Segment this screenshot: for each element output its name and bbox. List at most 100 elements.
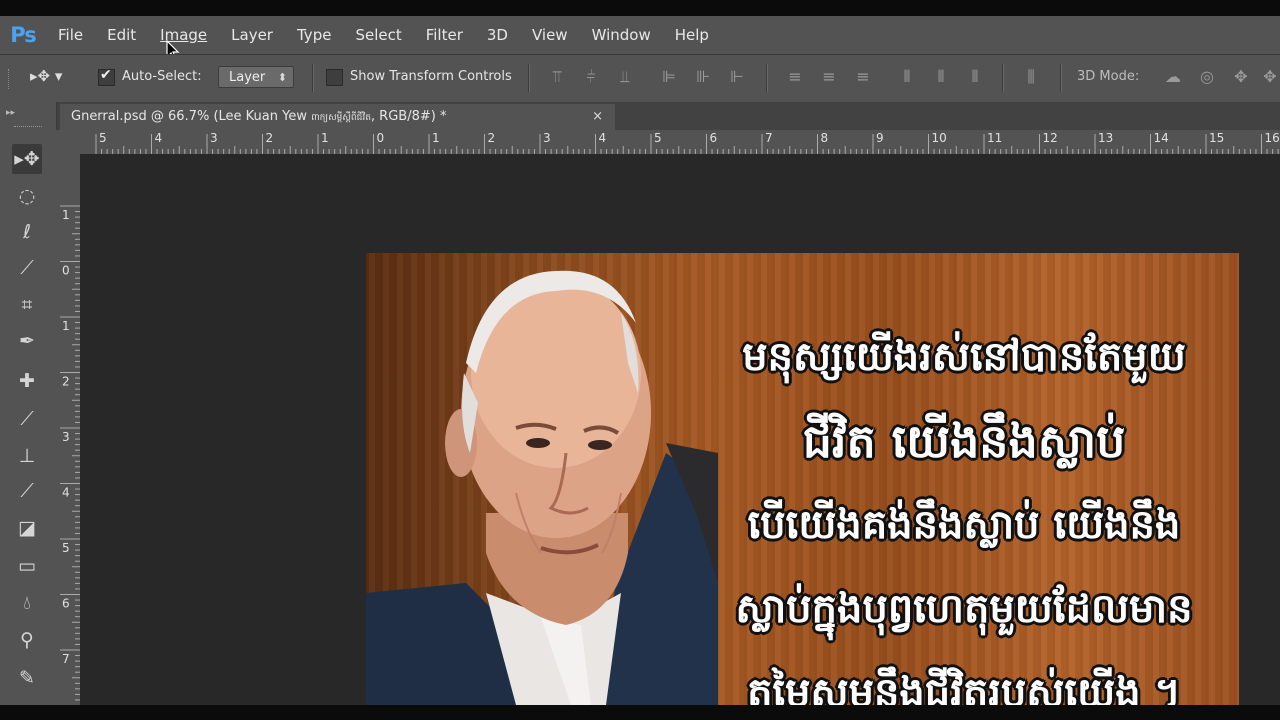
- distribute-vcenter-icon[interactable]: ≡: [820, 68, 838, 86]
- ruler-label: 9: [876, 131, 884, 145]
- ruler-label: 2: [62, 375, 70, 389]
- ruler-label: 2: [266, 131, 274, 145]
- ruler-label: 1: [62, 208, 70, 222]
- history-brush-tool-icon[interactable]: ⟋: [12, 476, 42, 506]
- clone-stamp-tool-icon[interactable]: ⊥: [12, 441, 42, 471]
- menu-image[interactable]: Image: [148, 16, 219, 54]
- menu-window[interactable]: Window: [580, 16, 663, 54]
- tools-panel: ▸▸ ▸✥ ◌ ℓ ⟋ ⌗ ✒ ✚ ⟋ ⊥ ⟋ ◪ ▭ 💧︎ ⚲ ✎: [0, 102, 57, 705]
- distribute-right-icon[interactable]: ⫴: [966, 68, 984, 86]
- quote-line: ស្លាប់ក្នុងបុព្វហេតុមួយដែលមាន: [735, 586, 1193, 632]
- healing-brush-tool-icon[interactable]: ✚: [12, 366, 42, 396]
- dodge-tool-icon[interactable]: ⚲: [12, 625, 42, 655]
- quote-line: ជីវិត យើងនឹងស្លាប់: [802, 414, 1126, 468]
- ruler-label: 0: [62, 264, 70, 278]
- menu-file[interactable]: File: [46, 16, 95, 54]
- auto-select-checkbox[interactable]: [98, 67, 115, 86]
- khmer-quote: មនុស្សយើងរស់នៅបានតែមួយ ជីវិត យើងនឹងស្លាប…: [704, 315, 1224, 705]
- eraser-tool-icon[interactable]: ◪: [12, 513, 42, 543]
- ruler-label: 0: [377, 131, 385, 145]
- align-right-icon[interactable]: ⊩: [728, 68, 746, 86]
- ruler-label: 4: [599, 131, 607, 145]
- menu-type[interactable]: Type: [285, 16, 343, 54]
- show-transform-checkbox[interactable]: [326, 69, 343, 86]
- ruler-label: 8: [821, 131, 829, 145]
- ruler-label: 5: [62, 541, 70, 555]
- quote-line: បើយើងគង់នឹងស្លាប់ យើងនឹង: [747, 502, 1181, 548]
- portrait-photo: [366, 270, 718, 705]
- ruler-label: 16: [1265, 131, 1280, 145]
- close-tab-icon[interactable]: ×: [592, 104, 603, 130]
- ruler-label: 5: [654, 131, 662, 145]
- ruler-label: 6: [710, 131, 718, 145]
- ruler-label: 10: [932, 131, 947, 145]
- brush-tool-icon[interactable]: ⟋: [12, 404, 42, 434]
- 3d-slide-icon[interactable]: ✥: [1260, 68, 1280, 86]
- vertical-ruler[interactable]: 1012345678: [56, 154, 81, 705]
- horizontal-ruler[interactable]: 5 4 3 2 1 0 1 2 3 4 5 6 7 8 9 10 11 12 13 14 15 16: [56, 130, 1280, 155]
- distribute-hcenter-icon[interactable]: ⫴: [932, 68, 950, 86]
- marquee-tool-icon[interactable]: ◌: [12, 181, 42, 211]
- menu-filter[interactable]: Filter: [414, 16, 475, 54]
- menu-edit[interactable]: Edit: [95, 16, 148, 54]
- move-tool-icon[interactable]: ▸✥: [12, 144, 42, 174]
- document-image[interactable]: មនុស្សយើងរស់នៅបានតែមួយ ជីវិត យើងនឹងស្លាប…: [366, 253, 1239, 705]
- menu-select[interactable]: Select: [343, 16, 413, 54]
- ruler-label: 2: [488, 131, 496, 145]
- window-top-edge: [0, 0, 1280, 16]
- align-vertical-center-icon[interactable]: ⫩: [582, 68, 600, 86]
- document-tab-title-extra: ពាក្យសម្ដីស្ដីពីជីវិត: [311, 113, 371, 123]
- ruler-label: 6: [62, 597, 70, 611]
- layer-dropdown[interactable]: Layer: [218, 66, 294, 89]
- tools-grip[interactable]: [14, 126, 42, 129]
- ruler-label: 13: [1098, 131, 1113, 145]
- distribute-bottom-icon[interactable]: ≡: [854, 68, 872, 86]
- horizontal-ruler-ticks: 5 4 3 2 1 0 1 2 3 4 5 6 7 8 9 10 11 12 13 14 15 16: [95, 131, 1280, 154]
- show-transform-label: Show Transform Controls: [350, 69, 512, 84]
- options-separator: [528, 64, 530, 92]
- blur-tool-icon[interactable]: 💧︎: [12, 588, 42, 618]
- document-tab[interactable]: Gnerral.psd @ 66.7% (Lee Kuan Yew ពាក្យស…: [60, 104, 615, 130]
- options-grip[interactable]: [8, 69, 12, 89]
- window-bottom-edge: [0, 705, 1280, 720]
- lasso-tool-icon[interactable]: ℓ: [12, 217, 42, 247]
- quick-select-tool-icon[interactable]: ⟋: [12, 253, 42, 283]
- ruler-label: 5: [99, 131, 107, 145]
- distribute-left-icon[interactable]: ⫴: [898, 68, 916, 86]
- quote-line: មនុស្សយើងរស់នៅបានតែមួយ: [742, 334, 1186, 380]
- ruler-label: 1: [62, 319, 70, 333]
- ruler-label: 3: [210, 131, 218, 145]
- ruler-label: 4: [155, 131, 163, 145]
- menu-layer[interactable]: Layer: [219, 16, 285, 54]
- ruler-label: 7: [765, 131, 773, 145]
- 3d-pan-icon[interactable]: ✥: [1230, 68, 1252, 86]
- distribute-top-icon[interactable]: ≡: [786, 68, 804, 86]
- align-left-icon[interactable]: ⊫: [660, 68, 678, 86]
- panel-collapse-icon[interactable]: ▸▸: [6, 108, 15, 118]
- options-separator: [766, 64, 768, 92]
- 3d-roll-icon[interactable]: ◎: [1196, 68, 1218, 86]
- align-bottom-icon[interactable]: ⫫: [616, 68, 634, 86]
- gradient-tool-icon[interactable]: ▭: [12, 551, 42, 581]
- ruler-label: 14: [1154, 131, 1169, 145]
- menu-bar: Ps File Edit Image Layer Type Select Fil…: [0, 16, 1280, 54]
- align-horizontal-center-icon[interactable]: ⊪: [694, 68, 712, 86]
- ruler-label: 7: [62, 652, 70, 666]
- menu-3d[interactable]: 3D: [475, 16, 520, 54]
- document-tab-title-suffix: , RGB/8#) *: [370, 109, 447, 124]
- pen-tool-icon[interactable]: ✎: [12, 663, 42, 693]
- menu-view[interactable]: View: [520, 16, 580, 54]
- ruler-label: 1: [321, 131, 329, 145]
- align-top-icon[interactable]: ⫪: [548, 68, 566, 86]
- eyedropper-tool-icon[interactable]: ✒: [12, 326, 42, 356]
- options-separator: [312, 64, 314, 92]
- auto-select-label: Auto-Select:: [122, 69, 202, 84]
- crop-tool-icon[interactable]: ⌗: [12, 290, 42, 320]
- menu-help[interactable]: Help: [663, 16, 721, 54]
- quote-line: តម្លៃសមនឹងជីវិតរបស់យើង ។: [747, 670, 1181, 705]
- options-separator: [1002, 64, 1004, 92]
- 3d-rotate-icon[interactable]: ☁: [1162, 68, 1184, 86]
- auto-align-icon[interactable]: ⫼: [1022, 68, 1040, 86]
- move-tool-preset-icon[interactable]: ▸✥ ▾: [30, 67, 80, 91]
- ruler-label: 15: [1209, 131, 1224, 145]
